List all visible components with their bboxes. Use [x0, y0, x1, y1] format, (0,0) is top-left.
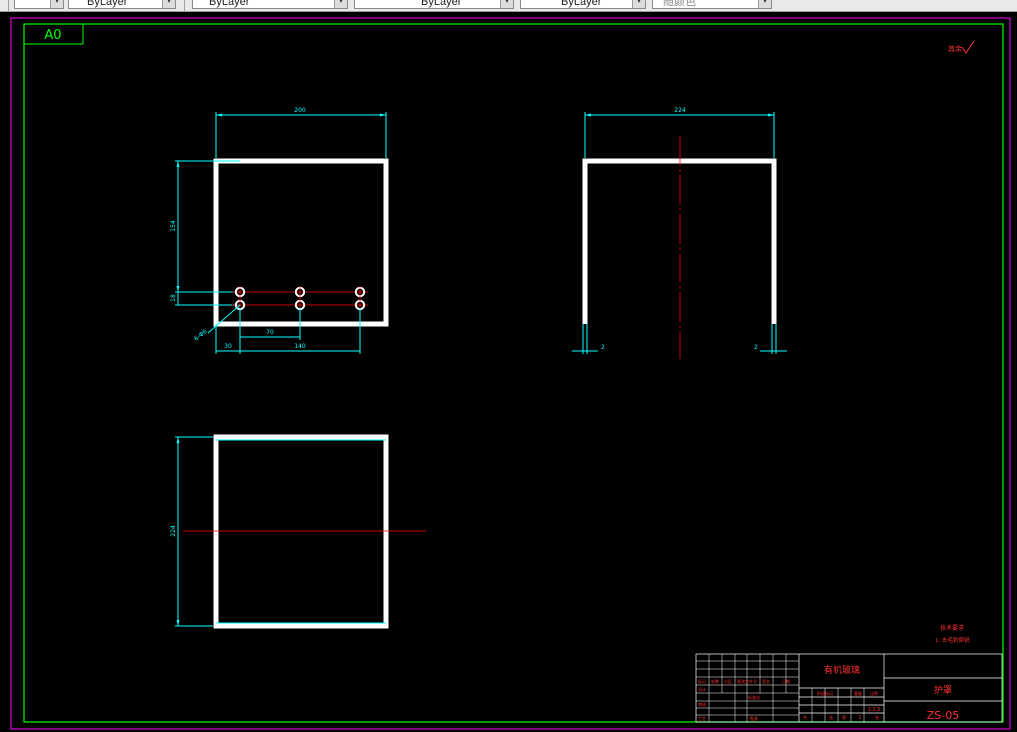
header-label: 更改文件号 [737, 678, 757, 684]
toolbar-separator [8, 0, 9, 11]
part-name-label: 护罩 [934, 684, 952, 696]
right-thickness-dim: 2 [754, 344, 758, 351]
front-view-outline [213, 158, 389, 327]
hole-pattern [234, 286, 366, 311]
row-label: 设计 [698, 686, 706, 692]
linetype-combo[interactable]: ByLayer ▾ [192, 0, 348, 9]
hole-spacing-dim: 18 [170, 294, 177, 302]
left-thickness-dim: 2 [601, 344, 605, 351]
dropdown-value: ByLayer [421, 0, 462, 8]
row-label: 审核 [698, 701, 706, 707]
info-label: 比例 [870, 690, 878, 696]
toolbar-separator [184, 0, 185, 11]
scale-label: 1:2.5 [868, 707, 881, 713]
arrowhead [176, 437, 180, 443]
page-label: 张 [875, 714, 879, 720]
roughness-check-icon [961, 40, 975, 54]
top-depth-dim: 224 [170, 525, 177, 537]
chevron-down-icon: ▾ [50, 0, 63, 8]
pitch-dim: 70 [266, 329, 274, 336]
arrowhead [176, 620, 180, 626]
drawing-canvas[interactable]: A0 其余 200 154 18 6-Φ6 70 30 140 224 2 2 … [0, 12, 1017, 732]
info-label: 重量 [854, 690, 862, 696]
arrowhead [176, 161, 180, 167]
sheet-count-label: 1 [858, 715, 861, 721]
header-label: 标记 [698, 678, 706, 684]
chevron-down-icon: ▾ [758, 0, 771, 8]
chevron-down-icon: ▾ [500, 0, 513, 8]
sub-label: 批准 [750, 715, 758, 721]
drawing-number-label: ZS-05 [927, 709, 959, 722]
material-label: 有机玻璃 [824, 664, 860, 676]
linetype-dropdown[interactable]: ▾ [14, 0, 64, 9]
color-dropdown[interactable]: ByLayer ▾ [68, 0, 176, 9]
sheet-border [10, 17, 1011, 730]
roughness-symbol: 其余 [948, 40, 975, 54]
roughness-label: 其余 [948, 44, 962, 53]
leader-line [207, 304, 241, 334]
dropdown-value: ByLayer [87, 0, 128, 8]
chevron-down-icon: ▾ [162, 0, 175, 8]
chevron-down-icon: ▾ [632, 0, 645, 8]
row-label: 工艺 [698, 716, 706, 721]
dropdown-value: ByLayer [561, 0, 602, 8]
arrowhead [216, 113, 222, 117]
drawing-frame [23, 23, 1004, 723]
top-view-outline [213, 434, 389, 629]
plotstyle-combo[interactable]: 随颜色 ▾ [652, 0, 772, 9]
sub-label: 标准化 [748, 694, 760, 700]
chevron-down-icon: ▾ [334, 0, 347, 8]
header-label: 处数 [711, 678, 719, 684]
front-view: 200 154 18 6-Φ6 70 30 140 [170, 107, 389, 354]
info-label: 阶段标记 [817, 690, 833, 696]
lineweight2-combo[interactable]: ByLayer ▾ [520, 0, 646, 9]
page-label: 张 [829, 714, 833, 720]
sheet-size-label: A0 [44, 28, 61, 43]
arrowhead [585, 113, 591, 117]
hole-callout: 6-Φ6 [193, 328, 209, 343]
top-view: 224 [170, 434, 426, 629]
side-view: 224 2 2 [572, 107, 787, 359]
front-width-dim: 200 [294, 107, 306, 114]
lineweight-combo[interactable]: ByLayer ▾ [354, 0, 514, 9]
side-width-dim: 224 [674, 107, 686, 114]
tech-requirement-item: 1. 去毛刺倒锐 [935, 636, 970, 644]
offset-dim: 30 [224, 343, 232, 350]
arrowhead [176, 286, 180, 292]
properties-toolbar: ▾ ByLayer ▾ ByLayer ▾ ByLayer ▾ ByLayer … [0, 0, 1017, 12]
dropdown-value: ByLayer [209, 0, 250, 8]
dropdown-value: 随颜色 [663, 0, 696, 8]
header-label: 签名 [762, 678, 770, 684]
page-label: 第 [842, 714, 846, 720]
arrowhead [768, 113, 774, 117]
header-label: 日期 [782, 678, 790, 684]
span-dim: 140 [294, 343, 306, 350]
page-label: 共 [803, 714, 807, 720]
tech-requirements-title: 技术要求 [940, 624, 964, 632]
header-label: 分区 [724, 678, 732, 684]
side-view-outline [582, 158, 777, 324]
arrowhead [380, 113, 386, 117]
front-height-dim: 154 [170, 220, 177, 232]
